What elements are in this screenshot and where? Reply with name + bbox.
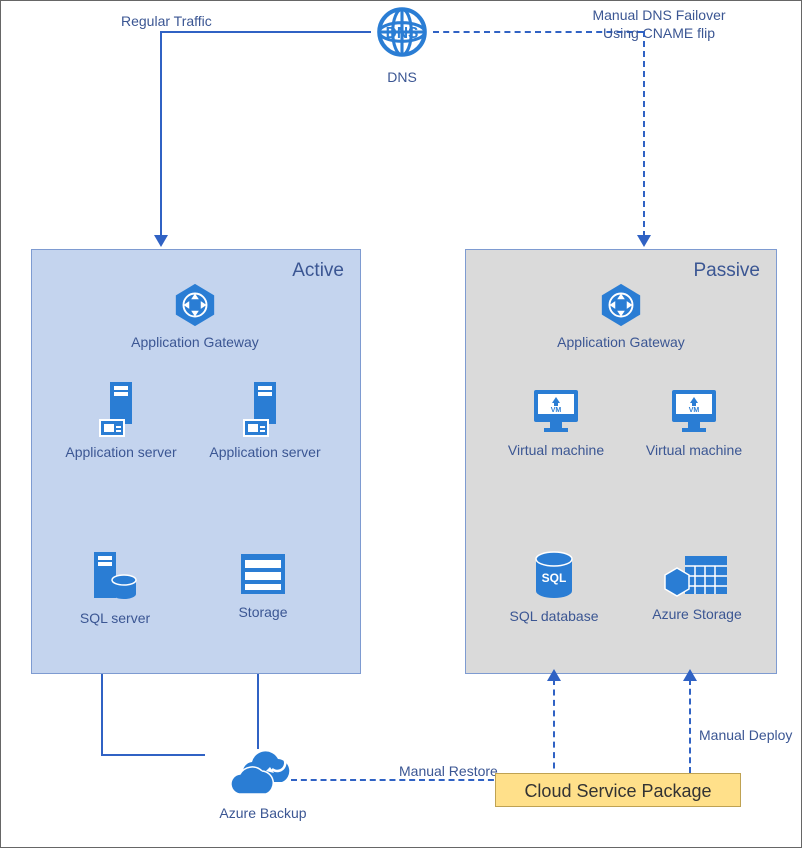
- svg-text:VM: VM: [551, 407, 562, 414]
- app-gateway-icon: [598, 282, 644, 328]
- passive-region: Passive Application Gateway VM Virtual m…: [465, 249, 777, 674]
- azure-storage-icon: [663, 550, 731, 600]
- dns-label: DNS: [371, 69, 433, 85]
- active-app-gateway-label: Application Gateway: [120, 334, 270, 350]
- app-gateway-icon: [172, 282, 218, 328]
- svg-text:SQL: SQL: [542, 571, 567, 585]
- passive-storage-label: Azure Storage: [632, 606, 762, 622]
- passive-vm-1: VM Virtual machine: [496, 386, 616, 458]
- active-app-server-1: Application server: [56, 380, 186, 460]
- vm-icon: VM: [530, 386, 582, 436]
- sql-to-backup-v: [101, 674, 103, 754]
- cloud-backup-icon: [228, 749, 298, 799]
- passive-title: Passive: [693, 260, 760, 282]
- arrow-to-passive: [637, 235, 651, 247]
- cloud-service-package: Cloud Service Package: [495, 773, 741, 807]
- svg-text:VM: VM: [689, 407, 700, 414]
- manual-deploy-label: Manual Deploy: [699, 727, 792, 745]
- backup-to-sql-v: [553, 679, 555, 779]
- active-app-server-2: Application server: [200, 380, 330, 460]
- pkg-to-storage-v: [689, 679, 691, 773]
- arrow-to-active: [154, 235, 168, 247]
- active-app-server-2-label: Application server: [200, 444, 330, 460]
- sql-to-backup-h: [101, 754, 205, 756]
- dns-right-vline: [643, 31, 645, 237]
- passive-vm-1-label: Virtual machine: [496, 442, 616, 458]
- dns-left-hline: [160, 31, 371, 33]
- passive-sql-db: SQL SQL database: [494, 550, 614, 624]
- passive-app-gateway-label: Application Gateway: [546, 334, 696, 350]
- arrow-deploy: [683, 669, 697, 681]
- diagram-canvas: DNS DNS Regular Traffic Manual DNS Failo…: [0, 0, 802, 848]
- active-region: Active Application Gateway Application s…: [31, 249, 361, 674]
- active-app-server-1-label: Application server: [56, 444, 186, 460]
- server-icon: [96, 380, 146, 438]
- dns-node: DNS DNS: [371, 1, 433, 85]
- sql-db-icon: SQL: [532, 550, 576, 602]
- dns-icon: DNS: [371, 1, 433, 63]
- svg-text:DNS: DNS: [386, 25, 419, 42]
- active-sql-server: SQL server: [60, 550, 170, 626]
- passive-sql-db-label: SQL database: [494, 608, 614, 624]
- active-title: Active: [292, 260, 344, 282]
- passive-app-gateway: Application Gateway: [546, 282, 696, 350]
- storage-icon: [237, 550, 289, 598]
- active-storage: Storage: [208, 550, 318, 620]
- dns-failover-label: Manual DNS Failover Using CNAME flip: [569, 7, 749, 42]
- active-storage-label: Storage: [208, 604, 318, 620]
- manual-restore-label: Manual Restore: [399, 763, 498, 781]
- active-sql-server-label: SQL server: [60, 610, 170, 626]
- active-app-gateway: Application Gateway: [120, 282, 270, 350]
- storage-to-backup-v: [257, 674, 259, 749]
- arrow-restore: [547, 669, 561, 681]
- vm-icon: VM: [668, 386, 720, 436]
- dns-left-vline: [160, 31, 162, 237]
- server-icon: [240, 380, 290, 438]
- passive-vm-2: VM Virtual machine: [634, 386, 754, 458]
- azure-backup: Azure Backup: [203, 749, 323, 821]
- azure-backup-label: Azure Backup: [203, 805, 323, 821]
- passive-vm-2-label: Virtual machine: [634, 442, 754, 458]
- sql-server-icon: [90, 550, 140, 604]
- passive-storage: Azure Storage: [632, 550, 762, 622]
- regular-traffic-label: Regular Traffic: [121, 13, 212, 31]
